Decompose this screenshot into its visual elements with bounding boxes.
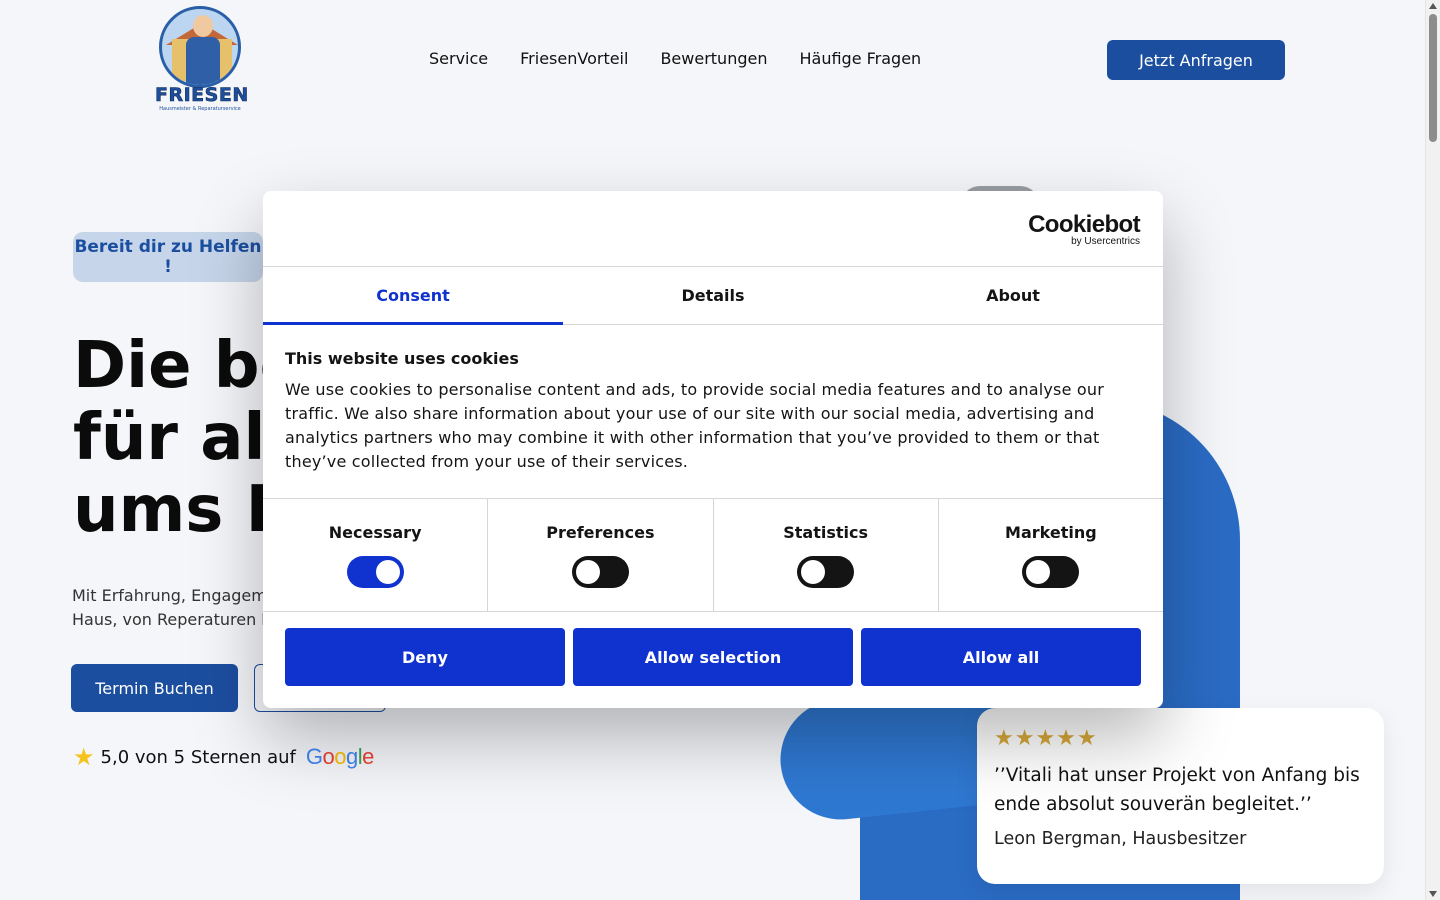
main-nav: Service FriesenVorteil Bewertungen Häufi… [429,49,921,68]
marketing-toggle[interactable] [1022,556,1080,588]
category-statistics: Statistics [714,499,939,611]
necessary-toggle[interactable] [346,556,404,588]
tab-consent[interactable]: Consent [263,267,563,325]
toggle-knob [1026,560,1051,584]
allow-all-button[interactable]: Allow all [861,628,1141,686]
preferences-toggle[interactable] [571,556,629,588]
tab-details[interactable]: Details [563,267,863,324]
review-stars: ★★★★★ [994,726,1098,751]
nav-link-bewertungen[interactable]: Bewertungen [660,49,767,68]
logo-emblem [159,6,241,88]
friesen-logo[interactable]: FRIESEN Hausmeister & Reparaturservice [155,6,249,112]
deny-button[interactable]: Deny [285,628,565,686]
request-button[interactable]: Jetzt Anfragen [1107,40,1285,80]
site-header: FRIESEN Hausmeister & Reparaturservice S… [0,0,1425,120]
nav-link-friesenvorteil[interactable]: FriesenVorteil [520,49,628,68]
category-preferences: Preferences [488,499,714,611]
rating-text: 5,0 von 5 Sternen auf [100,746,296,768]
review-card: ★★★★★ ’’Vitali hat unser Projekt von Anf… [977,708,1384,884]
toggle-knob [801,560,826,584]
category-label: Preferences [546,523,655,542]
cookie-consent-dialog: Cookiebot by Usercentrics Consent Detail… [263,191,1163,708]
logo-wordmark: FRIESEN [155,84,249,107]
cookie-tabs: Consent Details About [263,267,1163,325]
google-logo: Google [305,744,375,769]
review-quote: ’’Vitali hat unser Projekt von Anfang bi… [994,765,1360,815]
page-scrollbar[interactable] [1425,0,1440,900]
cookie-dialog-header: Cookiebot by Usercentrics [263,191,1163,267]
tab-about[interactable]: About [863,267,1163,324]
scroll-thumb[interactable] [1429,14,1437,142]
cookie-text: We use cookies to personalise content an… [285,380,1105,471]
toggle-knob [575,560,600,584]
nav-link-service[interactable]: Service [429,49,488,68]
cookie-heading: This website uses cookies [285,349,519,368]
hero-badge: Bereit dir zu Helfen ! [73,232,263,282]
toggle-knob [375,560,400,584]
cookie-dialog-body: This website uses cookies We use cookies… [263,325,1163,499]
book-appointment-button[interactable]: Termin Buchen [71,664,238,712]
cookie-categories: Necessary Preferences Statistics Marketi… [263,499,1163,612]
logo-subtitle: Hausmeister & Reparaturservice [159,106,241,112]
cookie-buttons: Deny Allow selection Allow all [263,612,1163,702]
category-necessary: Necessary [263,499,489,611]
review-author: Leon Bergman, Hausbesitzer [994,829,1247,849]
scroll-down-arrow-icon[interactable] [1429,891,1437,897]
allow-selection-button[interactable]: Allow selection [573,628,853,686]
category-label: Statistics [783,523,868,542]
statistics-toggle[interactable] [797,556,855,588]
cookiebot-logo[interactable]: Cookiebot by Usercentrics [1028,213,1141,247]
google-rating: ★ 5,0 von 5 Sternen auf Google [73,744,374,770]
category-label: Marketing [1005,523,1097,542]
category-marketing: Marketing [939,499,1163,611]
category-label: Necessary [328,523,422,542]
nav-link-faq[interactable]: Häufige Fragen [799,49,921,68]
star-icon: ★ [73,743,95,771]
scroll-up-arrow-icon[interactable] [1429,3,1437,9]
